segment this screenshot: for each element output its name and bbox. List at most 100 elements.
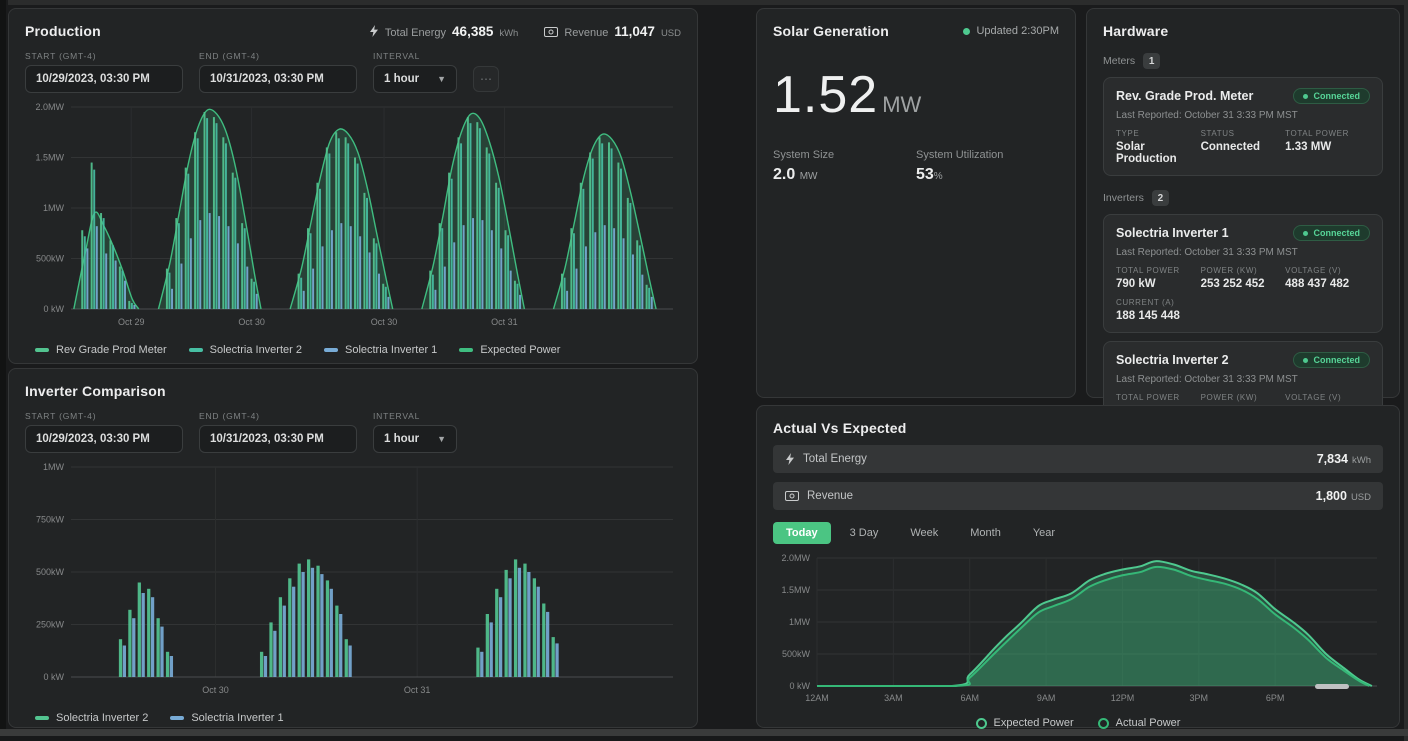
status-text: Connected: [1313, 228, 1360, 238]
meter-name: Rev. Grade Prod. Meter: [1116, 89, 1253, 103]
end-date-input[interactable]: [199, 425, 357, 453]
chevron-down-icon: ▼: [437, 74, 446, 84]
svg-text:Oct 31: Oct 31: [404, 685, 431, 695]
svg-text:500kW: 500kW: [782, 649, 811, 659]
inverter-name: Solectria Inverter 2: [1116, 353, 1229, 367]
system-utilization: System Utilization 53%: [916, 149, 1059, 184]
svg-text:1MW: 1MW: [43, 462, 65, 472]
legend-ring-icon: [1098, 718, 1109, 729]
updated-text: Updated 2:30PM: [976, 25, 1059, 37]
revenue-unit: USD: [661, 28, 681, 39]
legend-rev-grade-prod-meter[interactable]: Rev Grade Prod Meter: [35, 344, 167, 356]
connected-dot-icon: [1303, 231, 1308, 236]
system-size-value: 2.0: [773, 166, 795, 183]
tab-3-day[interactable]: 3 Day: [837, 522, 892, 544]
now-scrubber: [1315, 684, 1349, 689]
system-utilization-label: System Utilization: [916, 149, 1059, 161]
current-power: 1.52 MW: [773, 65, 1059, 125]
options-button[interactable]: ⋯: [473, 66, 499, 92]
field-voltage: VOLTAGE (V) 488 437 482: [1285, 266, 1370, 290]
total-energy-label: Total Energy: [385, 27, 446, 39]
total-energy-value: 46,385: [452, 24, 493, 39]
svg-text:1.5MW: 1.5MW: [35, 153, 64, 163]
field-status: STATUS Connected: [1201, 129, 1286, 165]
legend-label: Expected Power: [994, 717, 1074, 729]
ellipsis-icon: ⋯: [480, 72, 492, 86]
interval-value: 1 hour: [384, 433, 419, 445]
svg-text:Oct 30: Oct 30: [238, 317, 265, 327]
production-chart: 2.0MW1.5MW1MW500kW0 kWOct 29Oct 30Oct 30…: [25, 101, 683, 333]
start-date-label: START (GMT-4): [25, 51, 183, 61]
legend-solectria-inverter-2[interactable]: Solectria Inverter 2: [35, 712, 148, 724]
legend-label: Solectria Inverter 1: [191, 712, 283, 724]
end-date-label: END (GMT-4): [199, 411, 357, 421]
start-date-label: START (GMT-4): [25, 411, 183, 421]
connected-dot-icon: [1303, 358, 1308, 363]
start-date-input[interactable]: [25, 425, 183, 453]
legend-label: Solectria Inverter 2: [56, 712, 148, 724]
legend-solectria-inverter-2[interactable]: Solectria Inverter 2: [189, 344, 302, 356]
inverter-comparison-chart: 1MW750kW500kW250kW0 kWOct 30Oct 31: [25, 461, 683, 701]
banknote-icon: [785, 491, 799, 501]
inverter-comparison-panel: Inverter Comparison START (GMT-4) END (G…: [8, 368, 698, 728]
inverter-card-1: Solectria Inverter 1 Connected Last Repo…: [1103, 214, 1383, 333]
tab-week[interactable]: Week: [897, 522, 951, 544]
legend-expected-power[interactable]: Expected Power: [976, 717, 1074, 729]
ave-revenue-row: Revenue 1,800 USD: [773, 482, 1383, 510]
tab-month[interactable]: Month: [957, 522, 1014, 544]
svg-text:9AM: 9AM: [1037, 693, 1056, 703]
tab-today[interactable]: Today: [773, 522, 831, 544]
legend-solectria-inverter-1[interactable]: Solectria Inverter 1: [170, 712, 283, 724]
interval-label: INTERVAL: [373, 411, 457, 421]
production-legend: Rev Grade Prod Meter Solectria Inverter …: [25, 344, 681, 356]
svg-text:250kW: 250kW: [36, 620, 65, 630]
svg-text:3AM: 3AM: [884, 693, 903, 703]
legend-expected-power[interactable]: Expected Power: [459, 344, 560, 356]
svg-text:0 kW: 0 kW: [789, 681, 810, 691]
svg-text:0 kW: 0 kW: [43, 304, 64, 314]
hardware-title: Hardware: [1103, 23, 1383, 39]
svg-text:1MW: 1MW: [789, 617, 811, 627]
legend-solectria-inverter-1[interactable]: Solectria Inverter 1: [324, 344, 437, 356]
svg-text:12PM: 12PM: [1111, 693, 1135, 703]
interval-select[interactable]: 1 hour ▼: [373, 425, 457, 453]
legend-swatch: [324, 348, 338, 352]
svg-text:6PM: 6PM: [1266, 693, 1285, 703]
legend-ring-icon: [976, 718, 987, 729]
revenue-value: 1,800: [1316, 489, 1347, 503]
range-tabs: Today 3 Day Week Month Year: [773, 522, 1383, 544]
end-date-input[interactable]: [199, 65, 357, 93]
status-text: Connected: [1313, 355, 1360, 365]
svg-text:750kW: 750kW: [36, 515, 65, 525]
svg-text:Oct 30: Oct 30: [202, 685, 229, 695]
meters-count-badge: 1: [1143, 53, 1160, 69]
last-reported: Last Reported: October 31 3:33 PM MST: [1116, 374, 1370, 385]
svg-text:2.0MW: 2.0MW: [35, 102, 64, 112]
interval-select[interactable]: 1 hour ▼: [373, 65, 457, 93]
comparison-legend: Solectria Inverter 2 Solectria Inverter …: [25, 712, 681, 724]
legend-actual-power[interactable]: Actual Power: [1098, 717, 1181, 729]
total-energy-value: 7,834: [1317, 452, 1348, 466]
field-total-power: TOTAL POWER 1.33 MW: [1285, 129, 1370, 165]
svg-text:500kW: 500kW: [36, 254, 65, 264]
updated-status: Updated 2:30PM: [963, 25, 1059, 37]
chevron-down-icon: ▼: [437, 434, 446, 444]
window-top-edge: [8, 0, 1408, 5]
actual-vs-expected-title: Actual Vs Expected: [773, 420, 1383, 436]
system-size-label: System Size: [773, 149, 916, 161]
legend-swatch: [189, 348, 203, 352]
tab-year[interactable]: Year: [1020, 522, 1068, 544]
legend-swatch: [459, 348, 473, 352]
svg-text:Oct 30: Oct 30: [371, 317, 398, 327]
legend-label: Solectria Inverter 1: [345, 344, 437, 356]
total-energy-unit: kWh: [499, 28, 518, 39]
ave-legend: Expected Power Actual Power: [773, 717, 1383, 729]
hardware-panel: Hardware Meters 1 Rev. Grade Prod. Meter…: [1086, 8, 1400, 398]
legend-label: Actual Power: [1116, 717, 1181, 729]
status-pill: Connected: [1293, 225, 1370, 241]
status-text: Connected: [1313, 91, 1360, 101]
start-date-input[interactable]: [25, 65, 183, 93]
solar-generation-panel: Solar Generation Updated 2:30PM 1.52 MW …: [756, 8, 1076, 398]
window-right-edge[interactable]: [1404, 5, 1408, 741]
inverter-name: Solectria Inverter 1: [1116, 226, 1229, 240]
